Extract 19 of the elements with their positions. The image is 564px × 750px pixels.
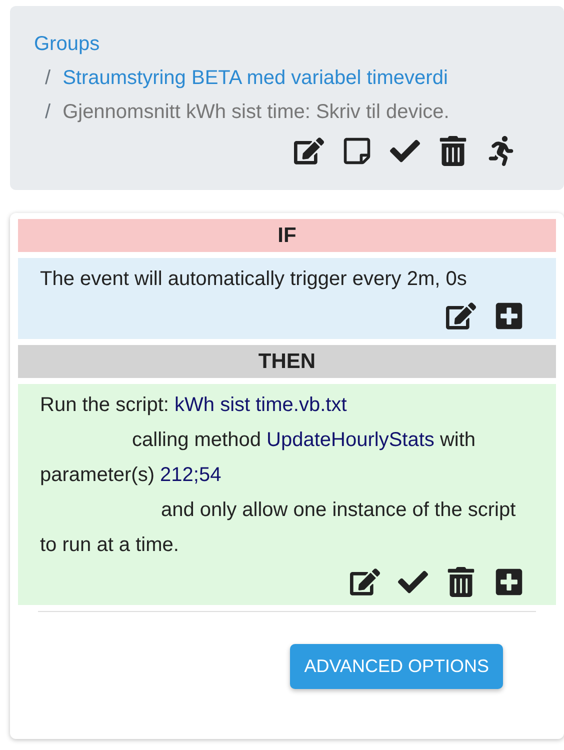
plus-icon[interactable]	[494, 301, 524, 331]
then-header: THEN	[18, 345, 556, 378]
running-figure-icon[interactable]	[486, 136, 516, 166]
advanced-options-button[interactable]: ADVANCED OPTIONS	[290, 644, 503, 689]
edit-icon[interactable]	[294, 136, 324, 166]
breadcrumb-link[interactable]: Straumstyring BETA med variabel timeverdi	[62, 64, 448, 92]
trash-icon[interactable]	[438, 136, 468, 166]
breadcrumb-separator: /	[45, 100, 51, 125]
action-description: Run the script: kWh sist time.vb.txt calling method UpdateHourlyStats with parameter(s) 212;54 and only allow one instance of the script to run at a time.	[40, 393, 517, 558]
breadcrumb-link[interactable]: Groups	[34, 30, 100, 58]
if-header: IF	[18, 219, 556, 252]
note-icon[interactable]	[342, 136, 372, 166]
breadcrumb-separator: /	[45, 66, 51, 91]
edit-icon[interactable]	[350, 567, 380, 597]
edit-icon[interactable]	[446, 301, 476, 331]
breadcrumb-current: Gjennomsnitt kWh sist time: Skriv til device.	[62, 100, 450, 125]
trash-icon[interactable]	[446, 567, 476, 597]
plus-icon[interactable]	[494, 567, 524, 597]
trigger-description: The event will automatically trigger every 2m, 0s	[40, 267, 468, 292]
